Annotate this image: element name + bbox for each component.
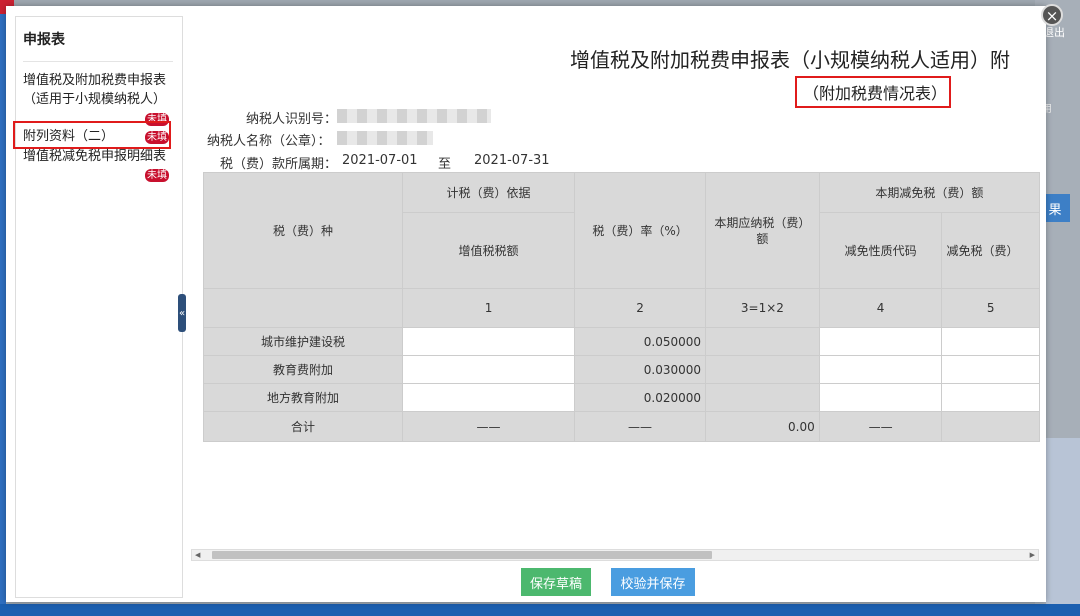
col-num: 4 xyxy=(818,288,943,328)
reduction-amount-input[interactable] xyxy=(941,327,1040,356)
background-panel xyxy=(1046,438,1080,608)
row-payable xyxy=(705,327,820,356)
vat-amount-input[interactable] xyxy=(401,327,576,356)
close-icon[interactable]: × xyxy=(1041,4,1063,26)
reduction-code-input[interactable] xyxy=(818,355,943,384)
total-payable: 0.00 xyxy=(705,411,820,442)
total-basis: —— xyxy=(401,411,576,442)
scrollbar-thumb[interactable] xyxy=(212,551,712,559)
header-tax-type: 税（费）种 xyxy=(203,172,403,289)
row-rate: 0.020000 xyxy=(574,383,707,412)
vat-amount-input[interactable] xyxy=(401,383,576,412)
header-reduction-amount: 减免税（费） xyxy=(941,212,1040,289)
reduction-amount-input[interactable] xyxy=(941,383,1040,412)
total-code: —— xyxy=(818,411,943,442)
reduction-code-input[interactable] xyxy=(818,383,943,412)
col-num: 3=1×2 xyxy=(705,288,820,328)
table-row: 城市维护建设税 0.050000 xyxy=(203,327,1040,356)
row-name: 地方教育附加 xyxy=(203,383,403,412)
total-rate: —— xyxy=(574,411,707,442)
row-rate: 0.030000 xyxy=(574,355,707,384)
total-name: 合计 xyxy=(203,411,403,442)
header-reduction-code: 减免性质代码 xyxy=(818,212,943,289)
vat-amount-input[interactable] xyxy=(401,355,576,384)
col-num: 2 xyxy=(574,288,707,328)
header-payable: 本期应纳税（费）额 xyxy=(705,172,820,289)
row-name: 城市维护建设税 xyxy=(203,327,403,356)
header-blank xyxy=(203,288,403,328)
reduction-amount-input[interactable] xyxy=(941,355,1040,384)
table-clip: 税（费）种 计税（费）依据 税（费）率（%） 本期应纳税（费）额 本期减免税（费… xyxy=(6,6,1040,602)
logout-link[interactable]: 退出 xyxy=(1043,24,1065,40)
total-reduction xyxy=(941,411,1040,442)
table-row: 地方教育附加 0.020000 xyxy=(203,383,1040,412)
col-num: 5 xyxy=(941,288,1040,328)
surcharge-table: 税（费）种 计税（费）依据 税（费）率（%） 本期应纳税（费）额 本期减免税（费… xyxy=(203,172,1040,442)
scroll-left-icon[interactable]: ◀ xyxy=(195,550,200,560)
header-vat-amount: 增值税税额 xyxy=(401,212,576,289)
table-row-total: 合计 —— —— 0.00 —— xyxy=(203,411,1040,442)
scroll-right-icon[interactable]: ▶ xyxy=(1030,550,1035,560)
row-name: 教育费附加 xyxy=(203,355,403,384)
table-row: 教育费附加 0.030000 xyxy=(203,355,1040,384)
save-draft-button[interactable]: 保存草稿 xyxy=(521,568,591,596)
reduction-code-input[interactable] xyxy=(818,327,943,356)
header-reduction: 本期减免税（费）额 xyxy=(818,172,1040,213)
header-basis: 计税（费）依据 xyxy=(401,172,576,213)
taskbar xyxy=(0,604,1080,616)
col-num: 1 xyxy=(401,288,576,328)
validate-save-button[interactable]: 校验并保存 xyxy=(611,568,695,596)
horizontal-scrollbar[interactable]: ◀ ▶ xyxy=(191,549,1039,561)
row-payable xyxy=(705,355,820,384)
declaration-modal: × 申报表 增值税及附加税费申报表 （适用于小规模纳税人） 未填 附列资料（二）… xyxy=(6,4,1063,602)
header-rate: 税（费）率（%） xyxy=(574,172,707,289)
row-rate: 0.050000 xyxy=(574,327,707,356)
row-payable xyxy=(705,383,820,412)
